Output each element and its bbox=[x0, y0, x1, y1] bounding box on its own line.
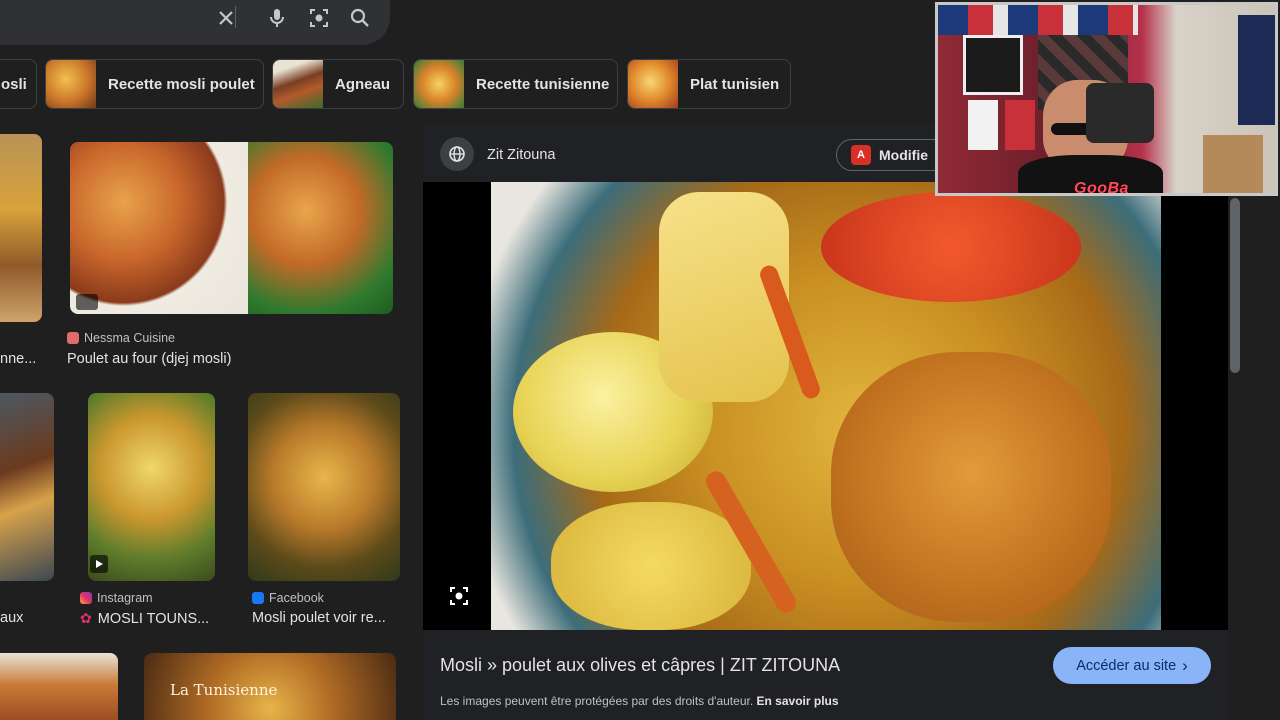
play-icon bbox=[90, 555, 108, 573]
chevron-right-icon: › bbox=[1182, 655, 1188, 675]
instagram-icon bbox=[80, 592, 92, 604]
result-image[interactable] bbox=[0, 653, 118, 720]
chip-thumbnail bbox=[628, 60, 678, 108]
copyright-notice: Les images peuvent être protégées par de… bbox=[440, 694, 839, 708]
nessma-cuisine-icon bbox=[67, 332, 79, 344]
chip-agneau[interactable]: Agneau bbox=[272, 59, 404, 109]
search-divider bbox=[235, 6, 236, 28]
search-icon[interactable] bbox=[348, 6, 372, 30]
globe-icon bbox=[440, 137, 474, 171]
result-title[interactable]: Poulet au four (djej mosli) bbox=[67, 351, 231, 367]
chip-plat-tunisien[interactable]: Plat tunisien bbox=[627, 59, 791, 109]
result-image[interactable] bbox=[248, 393, 400, 581]
result-title[interactable]: ✿ MOSLI TOUNS... bbox=[80, 610, 209, 627]
lens-icon[interactable] bbox=[307, 6, 331, 30]
preview-image[interactable] bbox=[423, 182, 1228, 630]
preview-site-name[interactable]: Zit Zitouna bbox=[487, 147, 556, 163]
chip-recette-mosli-poulet[interactable]: Recette mosli poulet bbox=[45, 59, 264, 109]
pdf-icon: A bbox=[851, 145, 871, 165]
result-source: Instagram bbox=[80, 591, 153, 605]
result-image[interactable] bbox=[0, 134, 42, 322]
mic-icon[interactable] bbox=[265, 6, 289, 30]
preview-panel: Zit Zitouna A Modifie Mosli » poulet aux… bbox=[423, 125, 1228, 720]
result-title[interactable]: aux bbox=[0, 610, 23, 626]
chip-mosli[interactable]: osli bbox=[0, 59, 37, 109]
chip-thumbnail bbox=[46, 60, 96, 108]
chip-label: Recette mosli poulet bbox=[108, 75, 255, 93]
result-image[interactable]: La Tunisienne bbox=[144, 653, 396, 720]
webcam-tag: GooBa bbox=[1074, 180, 1129, 196]
result-image[interactable] bbox=[70, 142, 393, 314]
visit-site-button[interactable]: Accéder au site › bbox=[1053, 647, 1211, 684]
webcam-overlay: GooBa bbox=[935, 2, 1278, 196]
facebook-icon bbox=[252, 592, 264, 604]
lens-search-icon[interactable] bbox=[445, 582, 473, 610]
result-image[interactable] bbox=[0, 393, 54, 581]
preview-title[interactable]: Mosli » poulet aux olives et câpres | ZI… bbox=[440, 655, 840, 676]
chip-label: Recette tunisienne bbox=[476, 75, 610, 93]
result-title[interactable]: nne... bbox=[0, 351, 36, 367]
chip-label: Plat tunisien bbox=[690, 75, 780, 93]
chip-thumbnail bbox=[414, 60, 464, 108]
result-image[interactable] bbox=[88, 393, 215, 581]
result-source: Nessma Cuisine bbox=[67, 331, 175, 345]
result-title[interactable]: Mosli poulet voir re... bbox=[252, 610, 386, 626]
learn-more-link[interactable]: En savoir plus bbox=[757, 694, 839, 708]
chip-label: Agneau bbox=[335, 75, 391, 93]
chip-recette-tunisienne[interactable]: Recette tunisienne bbox=[413, 59, 618, 109]
sparkle-icon: ✿ bbox=[80, 610, 92, 626]
watermark-text: La Tunisienne bbox=[170, 681, 278, 699]
chip-label: osli bbox=[1, 75, 27, 93]
result-source: Facebook bbox=[252, 591, 324, 605]
video-duration-icon bbox=[76, 294, 98, 310]
chip-thumbnail bbox=[273, 60, 323, 108]
scrollbar[interactable] bbox=[1230, 198, 1240, 373]
search-bar[interactable] bbox=[0, 0, 390, 45]
